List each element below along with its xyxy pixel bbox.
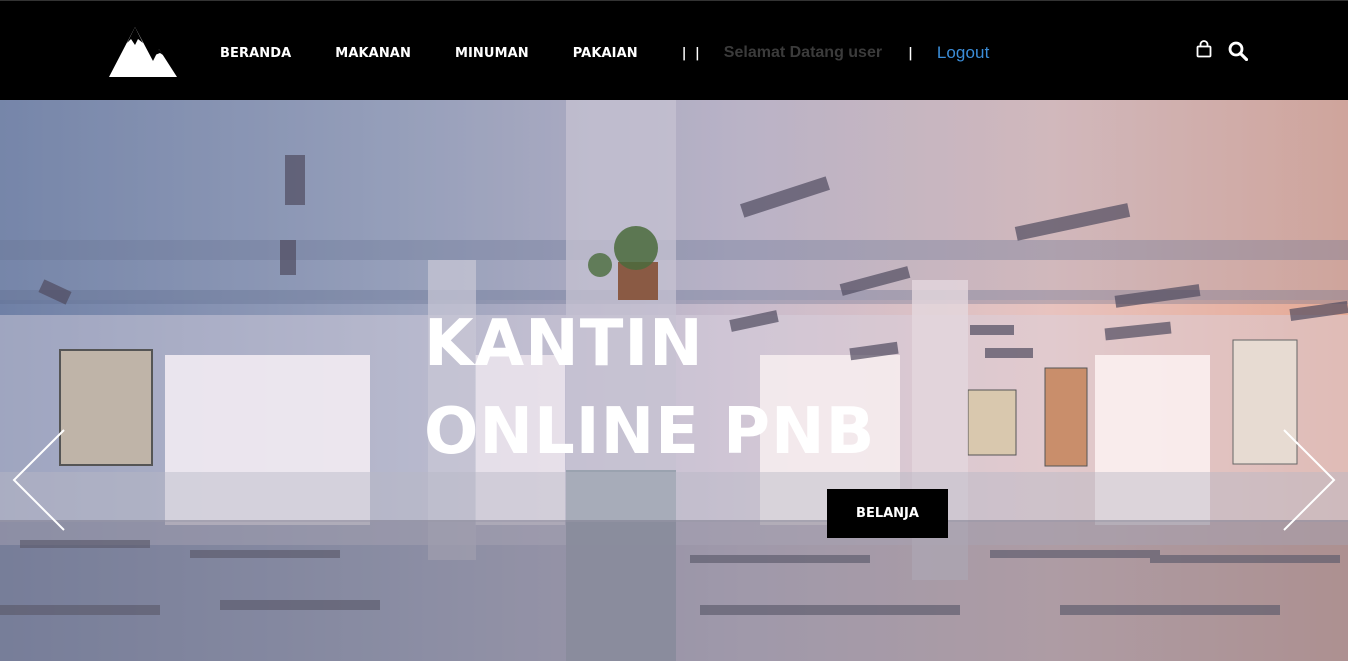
hero-title-line-1: KANTIN [424, 307, 704, 381]
hero-carousel: KANTIN ONLINE PNB BELANJA [0, 100, 1348, 661]
mountain-logo-icon[interactable] [107, 25, 179, 79]
nav-minuman[interactable]: MINUMAN [455, 46, 529, 61]
search-icon[interactable] [1228, 41, 1248, 61]
welcome-text: Selamat Datang user [723, 44, 883, 61]
nav-separator: | [908, 45, 913, 61]
chevron-right-icon[interactable] [1278, 428, 1338, 532]
chevron-left-icon[interactable] [10, 428, 70, 532]
top-navbar: BERANDA MAKANAN MINUMAN PAKAIAN | | Sela… [0, 0, 1348, 100]
shop-button[interactable]: BELANJA [827, 489, 948, 538]
nav-beranda[interactable]: BERANDA [220, 46, 291, 61]
hero-title-line-2: ONLINE PNB [424, 395, 876, 469]
nav-separator: | | [681, 45, 702, 61]
logout-link[interactable]: Logout [937, 43, 990, 63]
nav-makanan[interactable]: MAKANAN [335, 46, 411, 61]
main-nav: BERANDA MAKANAN MINUMAN PAKAIAN | | Sela… [220, 43, 989, 63]
nav-pakaian[interactable]: PAKAIAN [573, 46, 638, 61]
shopping-bag-icon[interactable] [1196, 40, 1212, 58]
hero-title: KANTIN ONLINE PNB [424, 300, 875, 476]
